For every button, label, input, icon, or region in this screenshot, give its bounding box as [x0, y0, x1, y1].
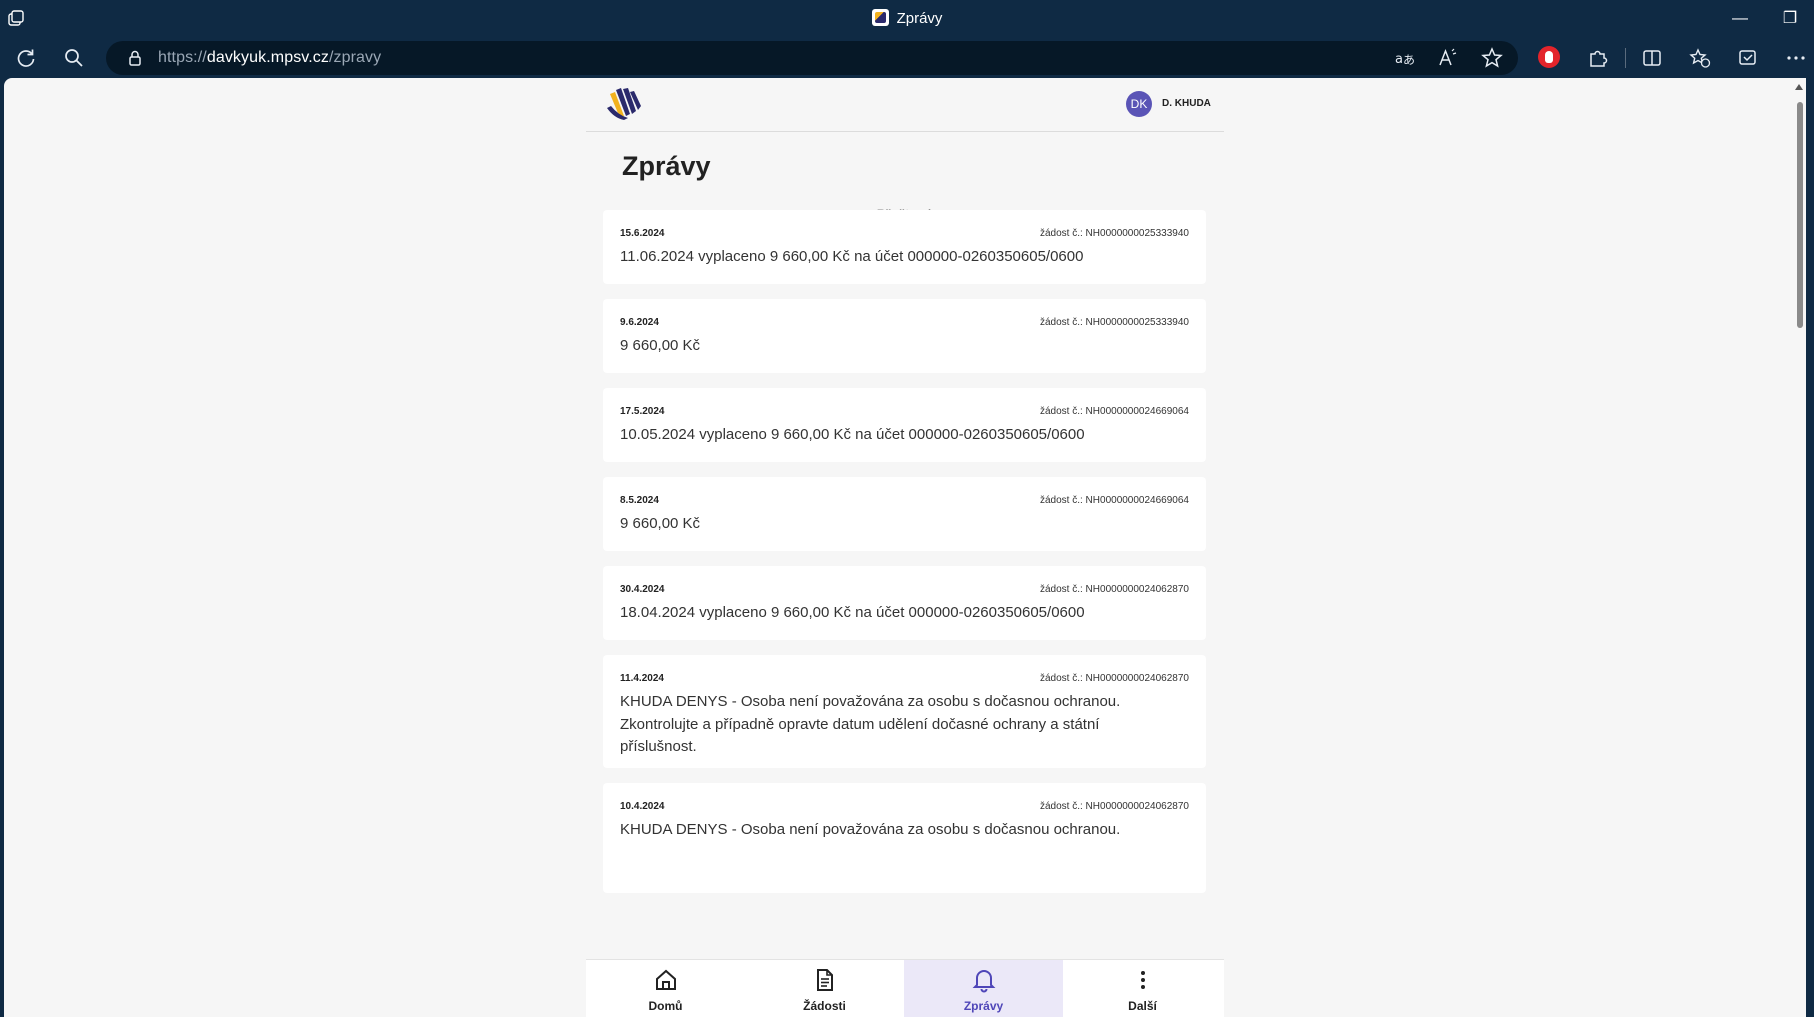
- tab-title: Zprávy: [896, 10, 943, 27]
- refresh-icon[interactable]: [14, 46, 38, 70]
- address-bar[interactable]: https://davkyuk.mpsv.cz/zpravy a あ: [106, 41, 1518, 75]
- page-viewport: DK D. KHUDA Zprávy Přečtené 15.6.2024 žá…: [4, 78, 1806, 1017]
- mpsv-hands-logo[interactable]: [604, 84, 644, 124]
- message-text: 9 660,00 Kč: [620, 515, 701, 532]
- lock-icon[interactable]: [126, 49, 144, 67]
- url-text[interactable]: https://davkyuk.mpsv.cz/zpravy: [158, 49, 381, 67]
- nav-item-requests[interactable]: Žádosti: [745, 960, 904, 1017]
- url-path: /zpravy: [328, 49, 382, 66]
- minimize-button[interactable]: —: [1720, 4, 1760, 34]
- home-icon: [656, 969, 676, 990]
- restore-button[interactable]: ❐: [1770, 4, 1810, 34]
- more-vertical-icon: [1141, 971, 1145, 989]
- nav-item-more[interactable]: Další: [1063, 960, 1222, 1017]
- message-card[interactable]: 30.4.2024 žádost č.: NH0000000024062870 …: [603, 566, 1206, 640]
- message-card[interactable]: 17.5.2024 žádost č.: NH0000000024669064 …: [603, 388, 1206, 462]
- nav-item-messages[interactable]: Zprávy: [904, 960, 1063, 1017]
- collections-icon[interactable]: [1736, 46, 1760, 70]
- message-card[interactable]: 15.6.2024 žádost č.: NH0000000025333940 …: [603, 210, 1206, 284]
- favorite-star-icon[interactable]: [1480, 46, 1504, 70]
- page-title: Zprávy: [622, 151, 711, 181]
- scroll-up-icon[interactable]: [1795, 84, 1803, 90]
- extensions-puzzle-icon[interactable]: [1586, 46, 1610, 70]
- bell-icon: [972, 970, 996, 993]
- tab-title-area[interactable]: Zprávy: [0, 9, 1814, 27]
- message-date: 30.4.2024: [620, 584, 665, 595]
- message-text: 18.04.2024 vyplaceno 9 660,00 Kč na účet…: [620, 604, 1085, 621]
- message-date: 8.5.2024: [620, 495, 659, 506]
- message-date: 10.4.2024: [620, 801, 665, 812]
- favorites-icon[interactable]: [1688, 46, 1712, 70]
- app-header: DK D. KHUDA: [586, 78, 1224, 132]
- message-request-number: žádost č.: NH0000000025333940: [1039, 317, 1189, 328]
- nav-label: Další: [1128, 999, 1157, 1013]
- scrollbar[interactable]: [1792, 78, 1806, 1017]
- nav-label: Domů: [648, 999, 683, 1013]
- nav-item-home[interactable]: Domů: [586, 960, 745, 1017]
- browser-toolbar: https://davkyuk.mpsv.cz/zpravy a あ: [0, 38, 1814, 78]
- browser-title-bar: Zprávy — ❐: [0, 0, 1814, 38]
- search-icon[interactable]: [62, 46, 86, 70]
- svg-text:あ: あ: [1403, 53, 1415, 67]
- message-text: 9 660,00 Kč: [620, 337, 701, 354]
- read-aloud-icon[interactable]: [1436, 46, 1460, 70]
- url-host: davkyuk.mpsv.cz: [206, 49, 329, 66]
- more-options-icon[interactable]: [1784, 46, 1808, 70]
- message-card[interactable]: 8.5.2024 žádost č.: NH0000000024669064 9…: [603, 477, 1206, 551]
- site-favicon: [871, 9, 889, 26]
- message-request-number: žádost č.: NH0000000024669064: [1039, 495, 1189, 506]
- split-screen-icon[interactable]: [1640, 46, 1664, 70]
- message-request-number: žádost č.: NH0000000024062870: [1039, 584, 1189, 595]
- message-card[interactable]: 10.4.2024 žádost č.: NH0000000024062870 …: [603, 783, 1206, 893]
- message-text: 11.06.2024 vyplaceno 9 660,00 Kč na účet…: [620, 248, 1084, 265]
- message-request-number: žádost č.: NH0000000024062870: [1039, 801, 1189, 812]
- document-icon: [817, 969, 833, 991]
- message-text: KHUDA DENYS - Osoba není považována za o…: [620, 693, 1121, 755]
- bottom-navigation: Domů Žádosti Zprávy Další: [586, 959, 1224, 1017]
- message-date: 9.6.2024: [620, 317, 659, 328]
- app-container: DK D. KHUDA Zprávy Přečtené 15.6.2024 žá…: [586, 78, 1224, 1017]
- avatar[interactable]: DK: [1126, 91, 1152, 117]
- message-text: KHUDA DENYS - Osoba není považována za o…: [620, 821, 1121, 838]
- message-text: 10.05.2024 vyplaceno 9 660,00 Kč na účet…: [620, 426, 1085, 443]
- nav-label: Zprávy: [963, 999, 1004, 1013]
- message-date: 11.4.2024: [620, 673, 664, 684]
- message-card[interactable]: 9.6.2024 žádost č.: NH0000000025333940 9…: [603, 299, 1206, 373]
- url-scheme: https://: [158, 49, 207, 66]
- message-request-number: žádost č.: NH0000000024669064: [1039, 406, 1189, 417]
- user-name[interactable]: D. KHUDA: [1162, 98, 1211, 109]
- message-date: 15.6.2024: [620, 228, 665, 239]
- toolbar-separator: [1625, 48, 1626, 68]
- message-date: 17.5.2024: [620, 406, 665, 417]
- svg-text:a: a: [1395, 52, 1403, 67]
- extension-red-hand-icon[interactable]: [1538, 46, 1560, 68]
- message-request-number: žádost č.: NH0000000025333940: [1039, 228, 1189, 239]
- message-request-number: žádost č.: NH0000000024062870: [1039, 673, 1189, 684]
- scrollbar-thumb[interactable]: [1797, 102, 1803, 328]
- nav-label: Žádosti: [803, 999, 846, 1013]
- translate-icon[interactable]: a あ: [1392, 46, 1416, 70]
- message-card[interactable]: 11.4.2024 žádost č.: NH0000000024062870 …: [603, 655, 1206, 768]
